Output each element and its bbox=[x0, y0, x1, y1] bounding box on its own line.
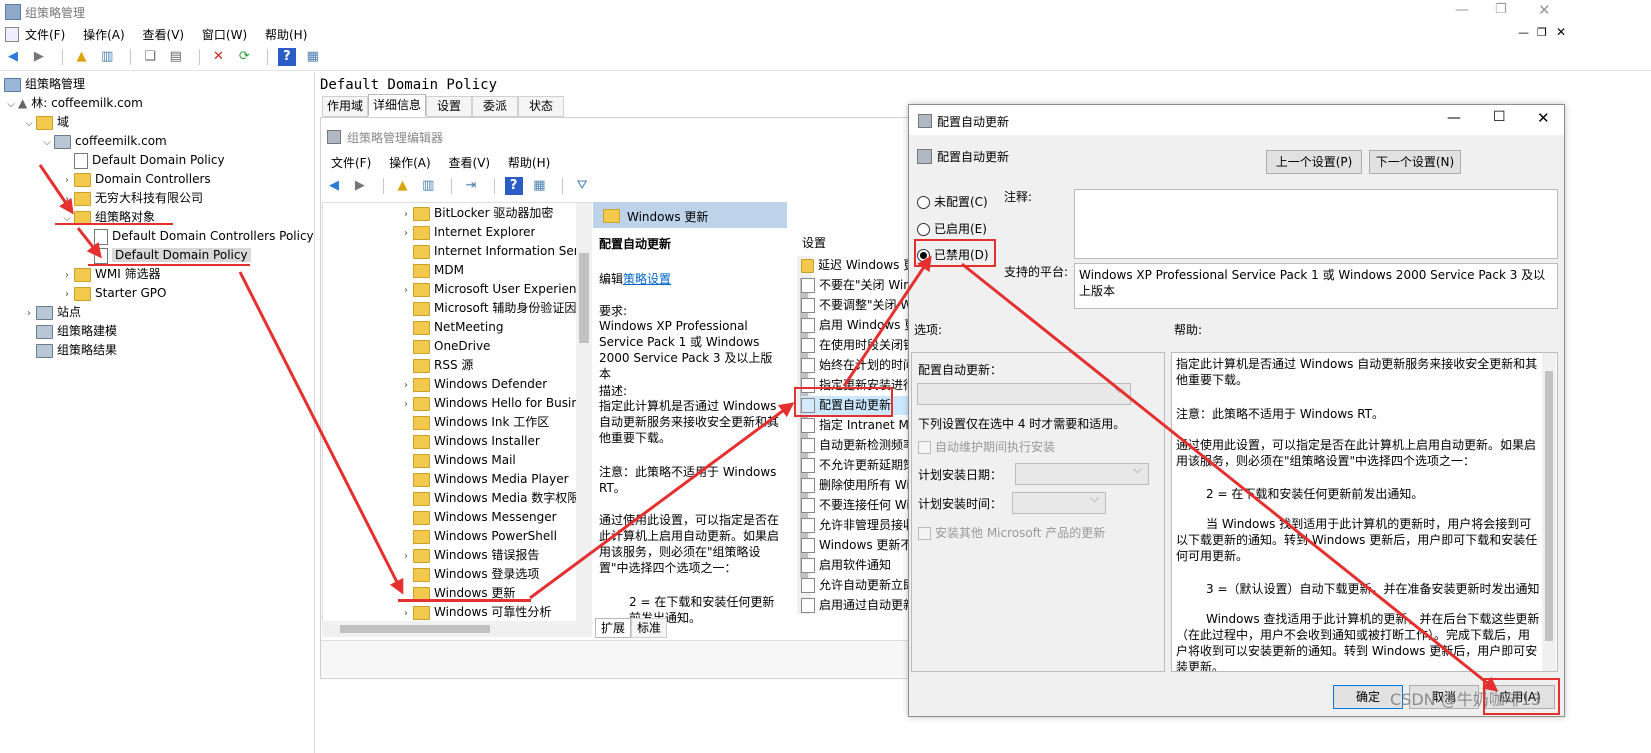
annotation-arrows bbox=[38, 164, 1499, 692]
annotation-arrow bbox=[238, 271, 404, 595]
annotation-arrow bbox=[38, 164, 74, 215]
annotation-arrow bbox=[842, 255, 932, 387]
annotation-arrow bbox=[76, 227, 102, 259]
annotation-arrow bbox=[529, 402, 795, 600]
annotation-arrow bbox=[961, 262, 1499, 692]
